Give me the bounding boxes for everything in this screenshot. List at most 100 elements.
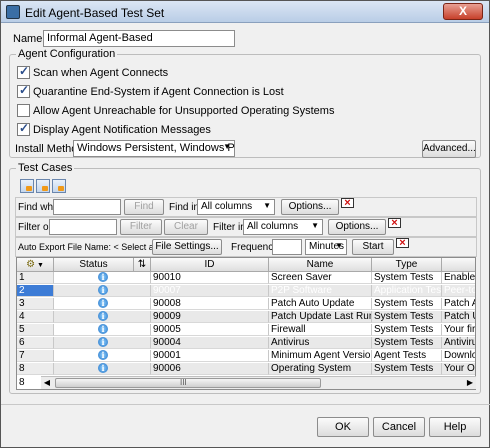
type-cell: System Tests bbox=[372, 363, 442, 375]
filter-in-select[interactable]: All columns ▼ bbox=[243, 219, 323, 235]
column-type[interactable]: Type bbox=[372, 258, 442, 272]
chevron-down-icon: ▼ bbox=[311, 221, 319, 230]
row-number: 5 bbox=[17, 324, 54, 336]
row-number: 4 bbox=[17, 311, 54, 323]
sort-icon[interactable]: ⇅ bbox=[134, 258, 151, 272]
chevron-down-icon: ▼ bbox=[335, 241, 343, 250]
install-method-select[interactable]: Windows Persistent, Windows Persi... ▼ bbox=[73, 140, 235, 157]
id-cell: 90006 bbox=[151, 363, 269, 375]
id-cell: 90004 bbox=[151, 337, 269, 349]
id-cell: 90007 bbox=[151, 285, 269, 297]
display-notification-checkbox[interactable] bbox=[17, 121, 30, 136]
status-cell: i bbox=[54, 298, 151, 310]
scan-when-connects-label: Scan when Agent Connects bbox=[33, 67, 169, 79]
scan-when-connects-checkbox[interactable] bbox=[17, 64, 30, 79]
info-icon: i bbox=[98, 337, 108, 347]
description-cell: Your firewall bbox=[442, 324, 475, 336]
find-what-input[interactable] bbox=[53, 199, 121, 215]
quarantine-checkbox[interactable] bbox=[17, 83, 30, 98]
scroll-grip: III bbox=[180, 378, 187, 387]
close-button[interactable]: X bbox=[443, 3, 483, 20]
title-bar[interactable]: Edit Agent-Based Test Set X bbox=[1, 1, 489, 23]
window-title: Edit Agent-Based Test Set bbox=[25, 6, 165, 20]
column-chooser-header[interactable]: ⚙ ▼ bbox=[17, 258, 54, 272]
scroll-left-icon[interactable]: ◀ bbox=[41, 377, 53, 389]
info-icon: i bbox=[98, 285, 108, 295]
find-options-button[interactable]: Options... bbox=[281, 199, 339, 215]
status-cell: i bbox=[54, 324, 151, 336]
table-row[interactable]: 4 i 90009Patch Update Last Run InSystem Te… bbox=[17, 311, 475, 323]
name-input[interactable]: Informal Agent-Based bbox=[43, 30, 235, 47]
type-cell: System Tests bbox=[372, 337, 442, 349]
frequency-input[interactable] bbox=[272, 239, 302, 255]
delete-icon[interactable] bbox=[52, 179, 66, 193]
description-cell: Patch Update bbox=[442, 311, 475, 323]
status-cell: i bbox=[54, 350, 151, 362]
clear-button[interactable]: Clear bbox=[164, 219, 208, 235]
name-cell: P2P Software bbox=[269, 285, 372, 297]
chevron-down-icon: ▼ bbox=[223, 142, 231, 151]
table-row[interactable]: 5 i 90005FirewallSystem TestsYour firewall bbox=[17, 324, 475, 336]
table-row[interactable]: 3 i 90008 Patch Auto Update System Tests Patc… bbox=[17, 298, 475, 310]
file-settings-button[interactable]: File Settings... bbox=[152, 239, 222, 255]
table-row[interactable]: 2 i 90007 P2P Software Application Tests Peer… bbox=[17, 285, 475, 297]
table-row[interactable]: 8 i 90006 Operating System System Tests Your … bbox=[17, 363, 475, 375]
frequency-unit-select[interactable]: Minutes ▼ bbox=[305, 239, 347, 255]
row-count: 8 bbox=[17, 376, 42, 389]
remove-icon[interactable]: × bbox=[388, 218, 401, 229]
name-cell: Antivirus bbox=[269, 337, 372, 349]
add-icon[interactable] bbox=[20, 179, 34, 193]
find-button[interactable]: Find bbox=[124, 199, 164, 215]
name-cell: Firewall bbox=[269, 324, 372, 336]
column-name[interactable]: Name bbox=[269, 258, 372, 272]
id-cell: 90009 bbox=[151, 311, 269, 323]
table-row[interactable]: 1 i 90010Screen SaverSystem TestsEnable Sc… bbox=[17, 272, 475, 284]
name-cell: Minimum Agent Version bbox=[269, 350, 372, 362]
cancel-button[interactable]: Cancel bbox=[373, 417, 425, 437]
row-number: 3 bbox=[17, 298, 54, 310]
info-icon: i bbox=[98, 272, 108, 282]
info-icon: i bbox=[98, 324, 108, 334]
status-cell: i bbox=[54, 272, 151, 284]
help-button[interactable]: Help bbox=[429, 417, 481, 437]
allow-unreachable-checkbox[interactable] bbox=[17, 104, 30, 117]
status-cell: i bbox=[54, 311, 151, 323]
install-method-value: Windows Persistent, Windows Persi... bbox=[77, 142, 235, 154]
id-cell: 90010 bbox=[151, 272, 269, 284]
remove-icon[interactable]: × bbox=[396, 238, 409, 249]
description-cell: Enable Screen bbox=[442, 272, 475, 284]
find-in-select[interactable]: All columns ▼ bbox=[197, 199, 275, 215]
info-icon: i bbox=[98, 363, 108, 373]
edit-icon[interactable] bbox=[36, 179, 50, 193]
status-cell: i bbox=[54, 285, 151, 297]
type-cell: Agent Tests bbox=[372, 350, 442, 362]
name-cell: Operating System bbox=[269, 363, 372, 375]
status-cell: i bbox=[54, 337, 151, 349]
scroll-right-icon[interactable]: ▶ bbox=[464, 377, 476, 389]
advanced-button[interactable]: Advanced... bbox=[422, 140, 476, 158]
filter-options-button[interactable]: Options... bbox=[328, 219, 386, 235]
filter-button[interactable]: Filter bbox=[120, 219, 162, 235]
column-status[interactable]: Status bbox=[54, 258, 134, 272]
name-cell: Patch Update Last Run In bbox=[269, 311, 372, 323]
filter-on-input[interactable] bbox=[49, 219, 117, 235]
id-cell: 90001 bbox=[151, 350, 269, 362]
ok-button[interactable]: OK bbox=[317, 417, 369, 437]
footer-divider bbox=[1, 404, 490, 405]
test-cases-title: Test Cases bbox=[16, 162, 75, 174]
info-icon: i bbox=[98, 311, 108, 321]
test-cases-table: ⚙ ▼ Status ⇅ ID Name Type 1 i 90010 Screen … bbox=[16, 257, 476, 390]
horizontal-scrollbar[interactable]: ◀ III ▶ bbox=[41, 376, 476, 389]
type-cell: System Tests bbox=[372, 311, 442, 323]
table-row[interactable]: 7 i 90001 Minimum Agent Version Agent Tests D… bbox=[17, 350, 475, 362]
table-row[interactable]: 6 i 90004AntivirusSystem TestsAntivirus is… bbox=[17, 337, 475, 349]
start-button[interactable]: Start bbox=[352, 239, 394, 255]
column-id[interactable]: ID bbox=[151, 258, 269, 272]
agent-config-title: Agent Configuration bbox=[16, 48, 118, 60]
description-cell: Patch Auto U bbox=[442, 298, 475, 310]
quarantine-label: Quarantine End-System if Agent Connectio… bbox=[33, 86, 284, 98]
type-cell: Application Tests bbox=[372, 285, 442, 297]
remove-icon[interactable]: × bbox=[341, 198, 354, 209]
column-description[interactable] bbox=[442, 258, 475, 272]
scroll-thumb[interactable]: III bbox=[55, 378, 321, 388]
